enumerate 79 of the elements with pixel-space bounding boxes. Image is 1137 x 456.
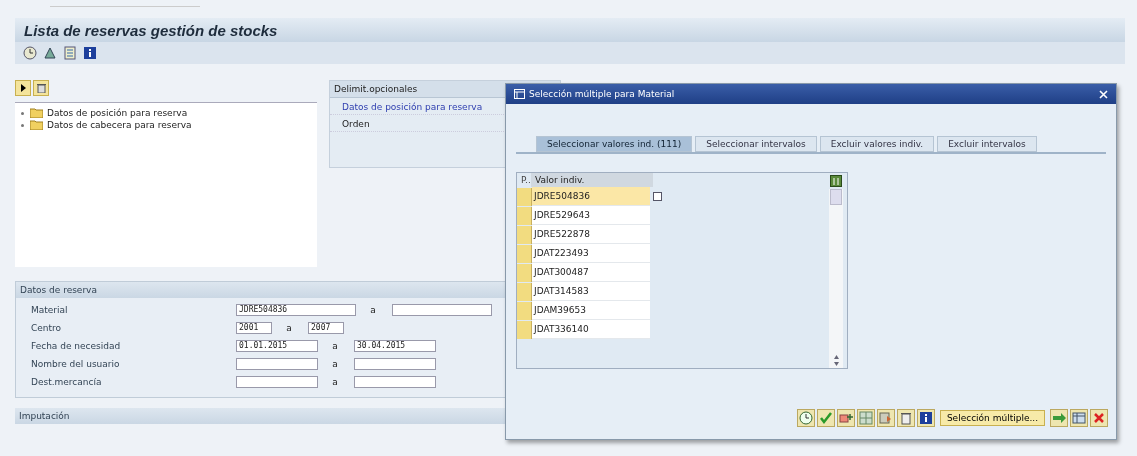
cancel-icon[interactable] <box>1090 409 1108 427</box>
section-title: Datos de reserva <box>16 282 506 298</box>
field-label: Material <box>31 305 69 315</box>
import-icon[interactable] <box>876 409 895 427</box>
delete-button[interactable] <box>33 80 49 96</box>
row-selector[interactable] <box>517 225 532 244</box>
add-rows-icon[interactable] <box>836 409 855 427</box>
input-field[interactable]: 2007 <box>308 322 344 334</box>
row-selector[interactable] <box>517 187 532 206</box>
variant-icon[interactable] <box>43 46 57 60</box>
input-field[interactable] <box>392 304 492 316</box>
table-cell[interactable]: JDAT223493 <box>532 244 650 263</box>
tab[interactable]: Excluir valores indiv. <box>819 136 935 152</box>
table-cell[interactable]: JDAT300487 <box>532 263 650 282</box>
column-header[interactable]: Valor indiv. <box>531 173 653 187</box>
row-selector[interactable] <box>517 301 532 320</box>
option-item[interactable]: Orden <box>342 119 370 129</box>
row-selector[interactable] <box>517 263 532 282</box>
folder-icon <box>30 108 43 118</box>
folder-icon <box>30 120 43 130</box>
table-icon[interactable] <box>1070 409 1088 427</box>
tab[interactable]: Excluir intervalos <box>937 136 1037 152</box>
input-field[interactable] <box>354 376 436 388</box>
row-selector[interactable] <box>517 320 532 339</box>
transfer-icon[interactable] <box>1050 409 1068 427</box>
row-selector[interactable] <box>517 206 532 225</box>
input-field[interactable]: 01.01.2015 <box>236 340 318 352</box>
tab[interactable]: Seleccionar intervalos <box>695 136 817 152</box>
bullet-icon <box>21 111 24 115</box>
tab[interactable]: Seleccionar valores ind. (111) <box>536 136 693 152</box>
scroll-bar[interactable] <box>829 189 843 368</box>
window-title: Lista de reservas gestión de stocks <box>24 21 278 39</box>
clock-icon[interactable] <box>796 409 815 427</box>
window-icon <box>514 89 525 99</box>
input-field[interactable] <box>236 358 318 370</box>
table-cell[interactable]: JDRE504836 <box>532 187 650 206</box>
input-field[interactable]: 30.04.2015 <box>354 340 436 352</box>
list-icon[interactable] <box>63 46 77 60</box>
field-label: Fecha de necesidad <box>31 341 122 351</box>
scroll-down-icon[interactable] <box>833 362 839 366</box>
range-separator: a <box>331 341 339 351</box>
table-cell[interactable]: JDAT314583 <box>532 282 650 301</box>
row-selector[interactable] <box>517 244 532 263</box>
trash-icon[interactable] <box>896 409 915 427</box>
scroll-thumb[interactable] <box>830 189 842 205</box>
value-help-icon[interactable] <box>653 192 662 201</box>
info-icon[interactable] <box>916 409 935 427</box>
row-selector[interactable] <box>517 282 532 301</box>
column-settings-icon[interactable] <box>830 175 842 187</box>
input-field[interactable] <box>236 376 318 388</box>
table-cell[interactable]: JDAM39653 <box>532 301 650 320</box>
range-separator: a <box>331 377 339 387</box>
input-field[interactable] <box>354 358 436 370</box>
grid-icon[interactable] <box>856 409 875 427</box>
input-field[interactable]: JDRE504836 <box>236 304 356 316</box>
field-label: Dest.mercancía <box>31 377 103 387</box>
expand-button[interactable] <box>15 80 31 96</box>
multiple-selection-button[interactable]: Selección múltiple... <box>939 410 1045 426</box>
table-cell[interactable]: JDAT336140 <box>532 320 650 339</box>
play-icon <box>19 84 27 92</box>
table-cell[interactable]: JDRE522878 <box>532 225 650 244</box>
field-label: Centro <box>31 323 63 333</box>
table-cell[interactable]: JDRE529643 <box>532 206 650 225</box>
checkmark-icon[interactable] <box>816 409 835 427</box>
tree-item[interactable]: Datos de posición para reserva <box>47 108 188 118</box>
range-separator: a <box>331 359 339 369</box>
trash-icon <box>36 83 46 93</box>
close-icon[interactable] <box>1099 89 1108 99</box>
range-separator: a <box>285 323 293 333</box>
column-header[interactable]: P.. <box>517 175 531 185</box>
scroll-up-icon[interactable] <box>833 355 839 359</box>
info-icon[interactable] <box>83 46 97 60</box>
field-label: Nombre del usuario <box>31 359 121 369</box>
bullet-icon <box>21 123 24 127</box>
clock-icon[interactable] <box>23 46 37 60</box>
option-link[interactable]: Datos de posición para reserva <box>342 102 483 112</box>
tree-item[interactable]: Datos de cabecera para reserva <box>47 120 192 130</box>
range-separator: a <box>369 305 377 315</box>
input-field[interactable]: 2001 <box>236 322 272 334</box>
